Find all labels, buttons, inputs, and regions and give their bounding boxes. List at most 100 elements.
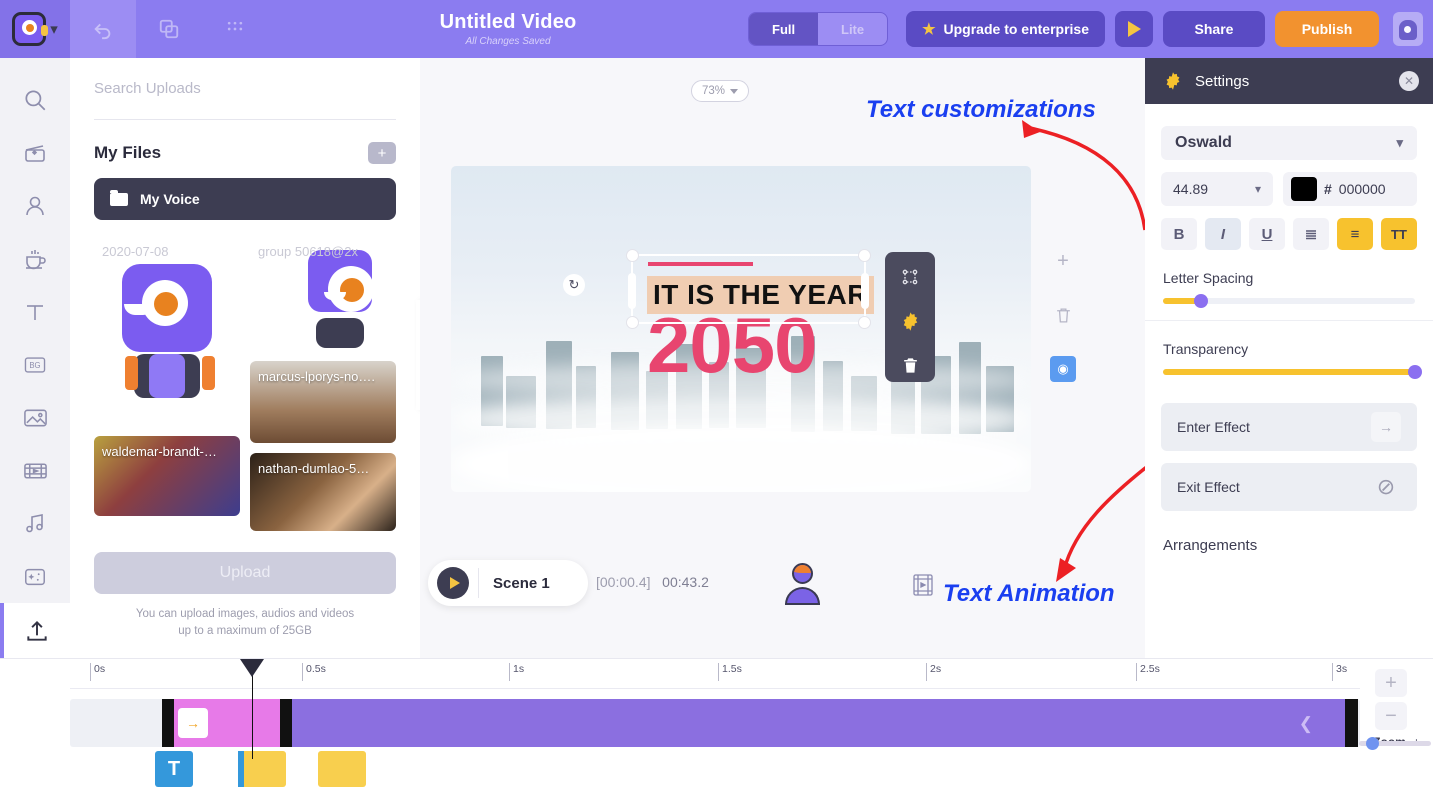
undo-button[interactable] bbox=[70, 0, 136, 58]
resize-handle-top-left[interactable] bbox=[626, 249, 639, 262]
text-selection-box[interactable] bbox=[626, 249, 871, 329]
clip-edge-left[interactable] bbox=[162, 699, 174, 747]
underline-button[interactable]: U bbox=[1249, 218, 1285, 250]
zoom-slider[interactable] bbox=[1359, 737, 1431, 750]
no-effect-icon[interactable]: ⊘ bbox=[1371, 472, 1401, 502]
sidebar-item-search[interactable] bbox=[0, 74, 70, 127]
color-hex-value[interactable]: 000000 bbox=[1339, 181, 1386, 197]
reorder-icon[interactable] bbox=[897, 264, 923, 290]
list-button[interactable]: ≣ bbox=[1293, 218, 1329, 250]
scene-bar[interactable]: Scene 1 bbox=[428, 560, 588, 606]
tick-label: 1s bbox=[509, 663, 524, 681]
share-button[interactable]: Share bbox=[1163, 11, 1265, 47]
upload-hint-line2: up to a maximum of 25GB bbox=[178, 624, 312, 637]
text-color-field[interactable]: # 000000 bbox=[1283, 172, 1417, 206]
top-toolbar: ▾ Untitled Video All Changes Saved Full … bbox=[0, 0, 1433, 58]
canvas-zoom-selector[interactable]: 73% bbox=[691, 80, 749, 102]
resize-handle-bottom-left[interactable] bbox=[626, 316, 639, 329]
rotate-icon[interactable]: ↻ bbox=[563, 274, 585, 296]
sidebar-item-characters[interactable] bbox=[0, 180, 70, 233]
zoom-out-button[interactable]: − bbox=[1375, 702, 1407, 730]
transparency-slider[interactable] bbox=[1163, 365, 1422, 379]
italic-button[interactable]: I bbox=[1205, 218, 1241, 250]
chevron-down-icon[interactable]: ▾ bbox=[50, 22, 58, 37]
timeline-track[interactable]: → ❮ bbox=[70, 699, 1360, 747]
dog-avatar-icon[interactable] bbox=[1393, 12, 1423, 46]
list-item[interactable]: group 50618@2x bbox=[250, 236, 396, 351]
video-stage[interactable]: IT IS THE YEAR 2050 ↻ bbox=[451, 166, 1031, 492]
tick-label: 2s bbox=[926, 663, 941, 681]
arrow-right-icon[interactable]: → bbox=[1371, 412, 1401, 442]
close-icon[interactable]: ✕ bbox=[1399, 71, 1419, 91]
enter-effect-label: Enter Effect bbox=[1177, 419, 1250, 435]
clip-edge-end[interactable] bbox=[1345, 699, 1358, 747]
uploads-thumbnail-grid: 2020-07-08 waldemar-brandt-… group 50618… bbox=[94, 236, 396, 536]
zoom-slider-knob[interactable] bbox=[1365, 737, 1379, 750]
scene-clip[interactable]: ❮ bbox=[292, 699, 1345, 747]
add-folder-button[interactable]: + bbox=[368, 142, 396, 164]
zoom-level-label: 73% bbox=[701, 85, 726, 97]
workspace-avatar-button[interactable]: ▾ bbox=[0, 0, 70, 58]
uppercase-button[interactable]: TT bbox=[1381, 218, 1417, 250]
sidebar-item-scenes[interactable] bbox=[0, 127, 70, 180]
scene-character-button[interactable] bbox=[783, 563, 821, 605]
sidebar-item-text[interactable] bbox=[0, 286, 70, 339]
sidebar-item-music[interactable] bbox=[0, 497, 70, 550]
delete-trash-icon[interactable] bbox=[897, 352, 923, 378]
exit-effect-row[interactable]: Exit Effect ⊘ bbox=[1161, 463, 1417, 511]
resize-handle-right[interactable] bbox=[861, 273, 869, 309]
enter-effect-row[interactable]: Enter Effect → bbox=[1161, 403, 1417, 451]
letter-spacing-slider[interactable] bbox=[1163, 294, 1415, 308]
publish-button[interactable]: Publish bbox=[1275, 11, 1379, 47]
sidebar-item-image[interactable] bbox=[0, 391, 70, 444]
editor-mode-toggle[interactable]: Full Lite bbox=[748, 12, 889, 46]
scene-play-button[interactable] bbox=[437, 567, 469, 599]
mode-full-option[interactable]: Full bbox=[749, 13, 819, 45]
preview-play-button[interactable] bbox=[1115, 11, 1153, 47]
color-swatch[interactable] bbox=[1291, 177, 1317, 201]
sidebar-item-effects[interactable] bbox=[0, 550, 70, 603]
bold-button[interactable]: B bbox=[1161, 218, 1197, 250]
chevron-left-icon[interactable]: ❮ bbox=[1299, 714, 1313, 734]
list-item[interactable]: 2020-07-08 bbox=[94, 236, 240, 426]
page-title[interactable]: Untitled Video bbox=[440, 11, 577, 34]
mode-lite-option[interactable]: Lite bbox=[818, 13, 887, 45]
sidebar-item-props[interactable] bbox=[0, 233, 70, 286]
folder-label: My Voice bbox=[140, 191, 200, 207]
plus-icon[interactable]: + bbox=[1050, 248, 1076, 274]
sidebar-item-video[interactable] bbox=[0, 444, 70, 497]
align-center-button[interactable]: ≡ bbox=[1337, 218, 1373, 250]
transition-arrow-icon[interactable]: → bbox=[178, 708, 208, 738]
resize-handle-left[interactable] bbox=[628, 273, 636, 309]
arrangements-label[interactable]: Arrangements bbox=[1163, 537, 1415, 554]
sidebar-item-uploads[interactable] bbox=[0, 603, 70, 658]
asset-clip[interactable] bbox=[238, 751, 286, 787]
playhead[interactable] bbox=[240, 659, 264, 759]
upgrade-button[interactable]: ★ Upgrade to enterprise bbox=[906, 11, 1105, 47]
file-name: waldemar-brandt-… bbox=[102, 444, 217, 459]
transparency-label: Transparency bbox=[1163, 341, 1249, 357]
folder-my-voice[interactable]: My Voice bbox=[94, 178, 396, 220]
list-item[interactable]: marcus-lporys-no…. bbox=[250, 361, 396, 443]
list-item[interactable]: waldemar-brandt-… bbox=[94, 436, 240, 516]
resize-handle-top-right[interactable] bbox=[858, 249, 871, 262]
grid-button[interactable] bbox=[202, 0, 268, 58]
trash-icon[interactable] bbox=[1050, 302, 1076, 328]
search-input[interactable] bbox=[94, 58, 396, 120]
font-size-select[interactable]: 44.89 ▾ bbox=[1161, 172, 1273, 206]
clip-edge-right[interactable] bbox=[280, 699, 292, 747]
sidebar-item-background[interactable]: BG bbox=[0, 339, 70, 392]
asset-clip[interactable] bbox=[318, 751, 366, 787]
upload-button[interactable]: Upload bbox=[94, 552, 396, 594]
duplicate-button[interactable] bbox=[136, 0, 202, 58]
file-name: marcus-lporys-no…. bbox=[258, 369, 376, 384]
settings-gear-icon[interactable] bbox=[897, 308, 923, 334]
list-item[interactable]: nathan-dumlao-5… bbox=[250, 453, 396, 531]
resize-handle-bottom-right[interactable] bbox=[858, 316, 871, 329]
film-strip-icon[interactable] bbox=[912, 573, 934, 602]
settings-title: Settings bbox=[1195, 72, 1250, 90]
font-family-select[interactable]: Oswald ▾ bbox=[1161, 126, 1417, 160]
text-clip[interactable]: T bbox=[155, 751, 193, 787]
zoom-in-button[interactable]: + bbox=[1375, 669, 1407, 697]
duplicate-icon[interactable]: ◉ bbox=[1050, 356, 1076, 382]
